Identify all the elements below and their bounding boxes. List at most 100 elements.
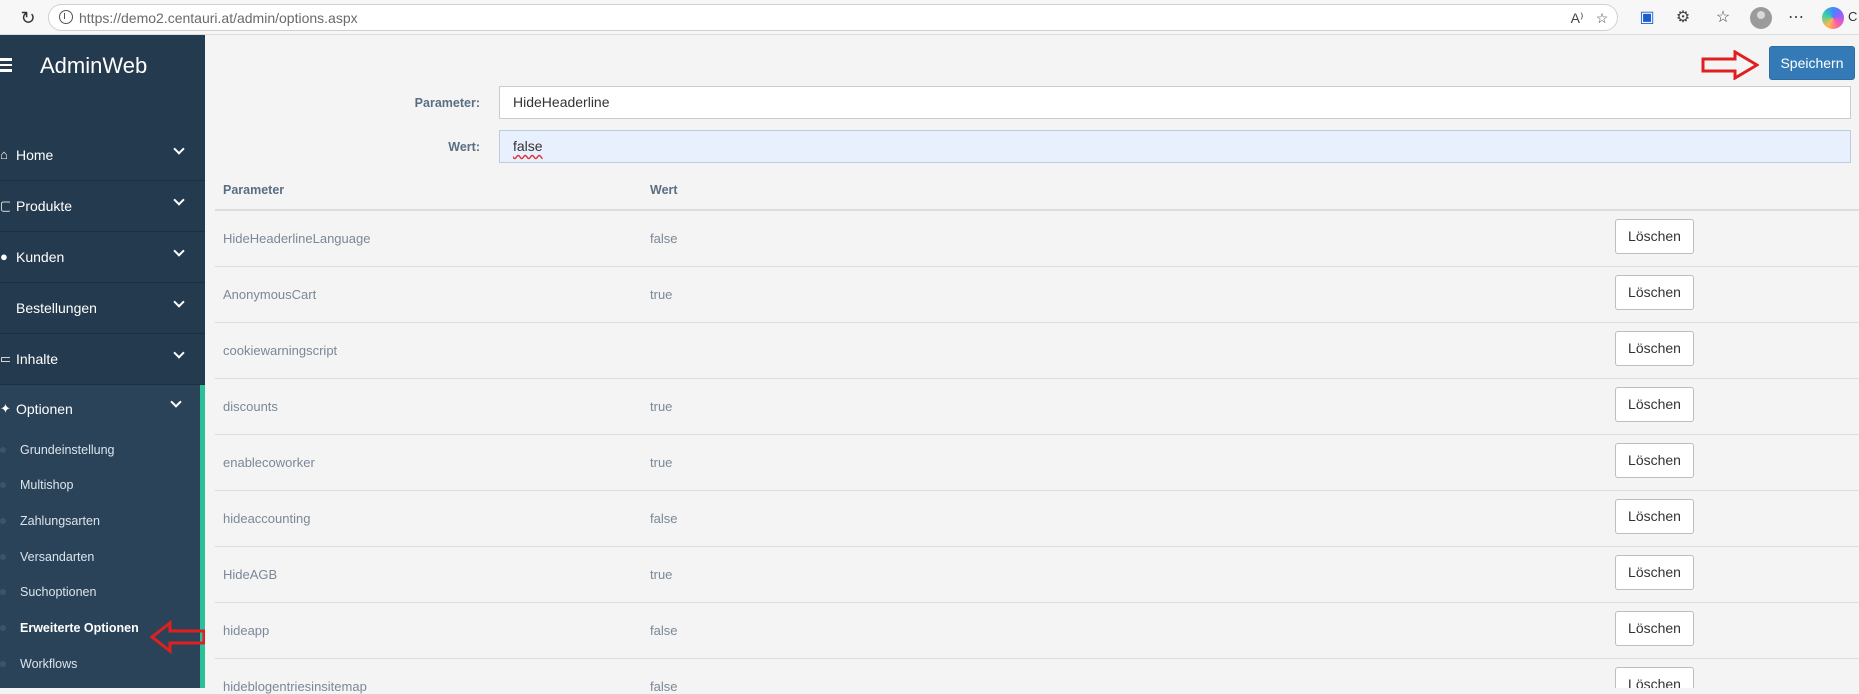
sidebar-item-optionen[interactable]: ✦ Optionen (0, 385, 205, 421)
annotation-arrow-right-icon (1701, 50, 1759, 80)
submenu-item-label: Multishop (20, 478, 74, 492)
cell-value: true (650, 567, 673, 582)
user-icon: ● (0, 249, 8, 264)
submenu-item-suchoptionen[interactable]: Suchoptionen (0, 577, 200, 609)
cell-parameter: AnonymousCart (223, 287, 317, 302)
save-button[interactable]: Speichern (1769, 46, 1855, 80)
value-input-text: false (513, 138, 543, 154)
cell-value: false (650, 679, 678, 694)
submenu-item-label: Erweiterte Optionen (20, 621, 139, 635)
sidebar: AdminWeb ⌂ Home ▢ Produkte ● Kunden Best… (0, 35, 205, 688)
site-info-icon[interactable] (59, 10, 73, 24)
cell-value: false (650, 511, 678, 526)
cell-value: true (650, 455, 673, 470)
bullet-icon (0, 589, 6, 595)
bullet-icon (0, 661, 6, 667)
delete-button[interactable]: Löschen (1615, 443, 1694, 478)
cell-value: true (650, 399, 673, 414)
favorite-star-icon[interactable]: ☆ (1594, 10, 1610, 26)
delete-button[interactable]: Löschen (1615, 499, 1694, 534)
table-row: hideblogentriesinsitemap false Löschen (215, 659, 1859, 694)
copilot-label: C (1848, 9, 1858, 24)
sidebar-item-label: Home (16, 147, 54, 163)
url-path: /admin/options.aspx (233, 10, 358, 26)
parameter-input[interactable]: HideHeaderline (499, 86, 1851, 119)
submenu-item-grundeinstellung[interactable]: Grundeinstellung (0, 435, 200, 467)
profile-avatar[interactable] (1750, 7, 1772, 29)
submenu-item-label: Zahlungsarten (20, 514, 100, 528)
sidebar-item-kunden[interactable]: ● Kunden (0, 232, 205, 283)
chevron-down-icon (170, 396, 182, 408)
table-row: enablecoworker true Löschen (215, 435, 1859, 491)
read-aloud-icon[interactable]: A⁾ (1569, 10, 1585, 26)
sidebar-item-bestellungen[interactable]: Bestellungen (0, 283, 205, 334)
sidebar-item-inhalte[interactable]: ▭ Inhalte (0, 334, 205, 385)
delete-button[interactable]: Löschen (1615, 555, 1694, 590)
cell-parameter: hideapp (223, 623, 270, 638)
cell-value: false (650, 231, 678, 246)
column-header-wert[interactable]: Wert (650, 183, 678, 197)
extensions-puzzle-icon[interactable]: ⚙ (1672, 7, 1694, 29)
puzzle-icon: ✦ (0, 401, 10, 416)
submenu-item-label: Versandarten (20, 550, 95, 564)
cell-parameter: HideHeaderlineLanguage (223, 231, 371, 246)
delete-button[interactable]: Löschen (1615, 611, 1694, 646)
cell-parameter: cookiewarningscript (223, 343, 338, 358)
chevron-down-icon (173, 194, 185, 206)
brand-title: AdminWeb (40, 53, 148, 78)
annotation-arrow-left-icon (150, 620, 206, 654)
cell-parameter: discounts (223, 399, 278, 414)
chevron-down-icon (173, 245, 185, 257)
table-row: AnonymousCart true Löschen (215, 267, 1859, 323)
delete-button[interactable]: Löschen (1615, 275, 1694, 310)
submenu-item-zahlungsarten[interactable]: Zahlungsarten (0, 506, 200, 538)
delete-button[interactable]: Löschen (1615, 219, 1694, 254)
bullet-icon (0, 482, 6, 488)
address-bar[interactable]: https://demo2.centauri.at/admin/options.… (48, 4, 1618, 31)
more-options-icon[interactable]: ⋯ (1785, 7, 1807, 29)
main-content: Speichern Parameter: HideHeaderline Wert… (205, 35, 1859, 694)
favorites-icon[interactable]: ☆ (1712, 7, 1734, 29)
delete-button[interactable]: Löschen (1615, 331, 1694, 366)
submenu-item-multishop[interactable]: Multishop (0, 470, 200, 502)
cell-parameter: hideaccounting (223, 511, 311, 526)
cell-parameter: hideblogentriesinsitemap (223, 679, 367, 694)
extension-icon[interactable]: ▣ (1636, 7, 1658, 29)
bullet-icon (0, 518, 6, 524)
home-icon: ⌂ (0, 147, 8, 162)
chevron-down-icon (173, 143, 185, 155)
sidebar-item-produkte[interactable]: ▢ Produkte (0, 181, 205, 232)
sidebar-header: AdminWeb (0, 35, 205, 95)
browser-toolbar: ↻ https://demo2.centauri.at/admin/option… (0, 0, 1859, 35)
delete-button[interactable]: Löschen (1615, 387, 1694, 422)
sidebar-item-label: Bestellungen (16, 300, 97, 316)
value-label: Wert: (448, 140, 480, 154)
delete-button[interactable]: Löschen (1615, 667, 1694, 688)
cell-parameter: HideAGB (223, 567, 278, 582)
bullet-icon (0, 447, 6, 453)
sidebar-item-label: Optionen (16, 401, 73, 417)
box-icon: ▢ (0, 198, 10, 213)
table-row: cookiewarningscript Löschen (215, 323, 1859, 379)
cell-value: false (650, 623, 678, 638)
table-row: hideapp false Löschen (215, 603, 1859, 659)
url-host: https://demo2.centauri.at (79, 10, 234, 26)
bullet-icon (0, 554, 6, 560)
sidebar-item-label: Produkte (16, 198, 73, 214)
parameter-label: Parameter: (414, 96, 480, 110)
menu-toggle-icon[interactable] (0, 58, 12, 72)
submenu-item-versandarten[interactable]: Versandarten (0, 542, 200, 574)
sidebar-item-label: Kunden (16, 249, 65, 265)
table-row: discounts true Löschen (215, 379, 1859, 435)
sidebar-item-home[interactable]: ⌂ Home (0, 130, 205, 181)
value-input[interactable]: false (499, 130, 1851, 163)
bullet-icon (0, 625, 6, 631)
table-row: HideHeaderlineLanguage false Löschen (215, 211, 1859, 267)
reload-icon[interactable]: ↻ (18, 8, 38, 28)
chevron-down-icon (173, 347, 185, 359)
column-header-parameter[interactable]: Parameter (223, 183, 284, 197)
submenu-item-label: Grundeinstellung (20, 443, 115, 457)
cell-parameter: enablecoworker (223, 455, 315, 470)
submenu-item-label: Suchoptionen (20, 585, 97, 599)
copilot-icon[interactable] (1822, 7, 1844, 29)
